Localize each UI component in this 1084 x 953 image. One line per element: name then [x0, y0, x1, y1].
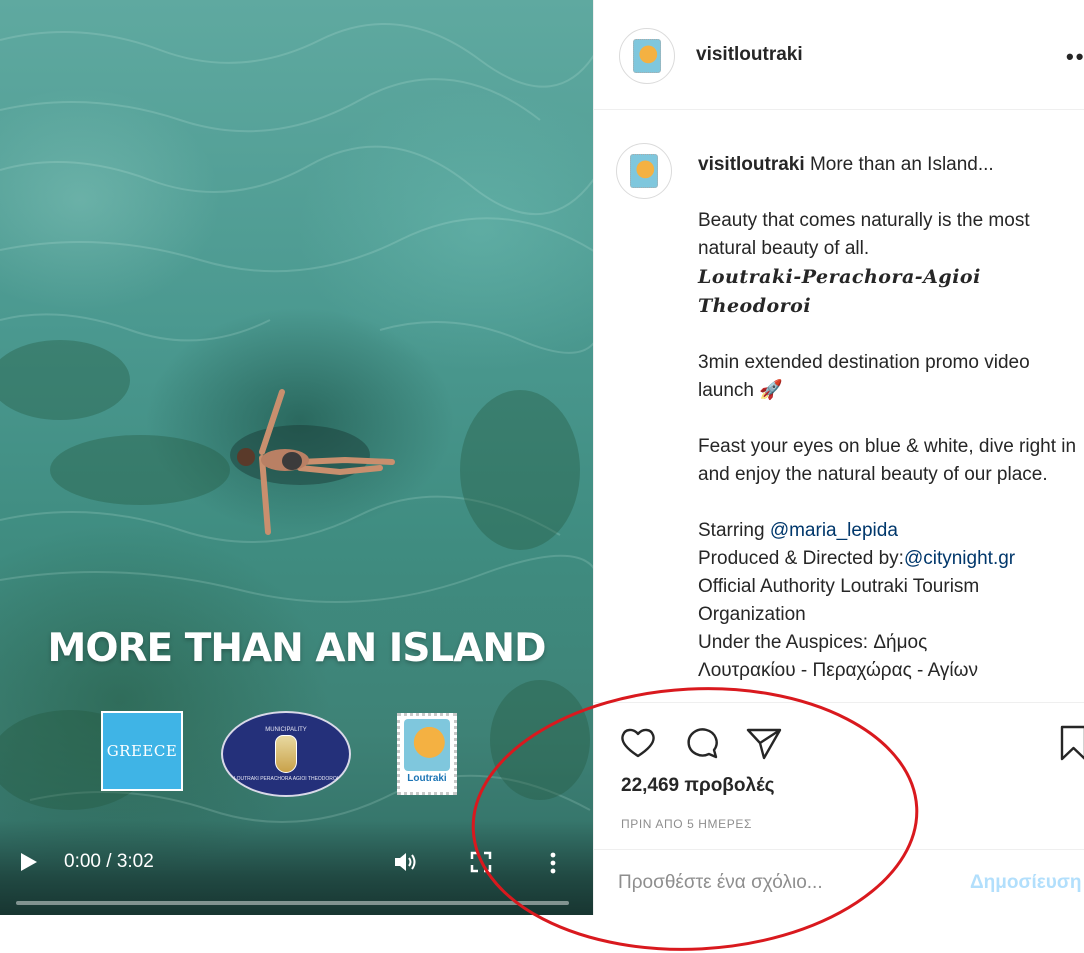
video-controls: 0:00 / 3:02	[0, 820, 593, 915]
fullscreen-icon	[470, 851, 492, 873]
caption-credit: Λουτρακίου - Περαχώρας - Αγίων	[698, 660, 978, 681]
caption-paragraph: Feast your eyes on blue & white, dive ri…	[698, 436, 1077, 485]
caption-credit: Under the Auspices: Δήμος	[698, 632, 928, 653]
header-username[interactable]: visitloutraki	[696, 44, 803, 66]
post-comment-button[interactable]: Δημοσίευση	[970, 872, 1081, 894]
video-overlay-title: MORE THAN AN ISLAND	[47, 626, 547, 671]
share-icon	[746, 728, 782, 760]
municipality-seal-top-text: MUNICIPALITY	[265, 726, 307, 733]
caption-text: visitloutraki More than an Island... Bea…	[698, 151, 1083, 685]
fullscreen-button[interactable]	[469, 850, 493, 874]
mention-link[interactable]: @maria_lepida	[770, 520, 898, 541]
municipality-seal-logo: MUNICIPALITY LOUTRAKI PERACHORA AGIOI TH…	[221, 711, 351, 797]
volume-icon	[395, 853, 416, 871]
volume-button[interactable]	[393, 850, 419, 874]
caption-paragraph: Beauty that comes naturally is the most …	[698, 210, 1030, 259]
post-options-button[interactable]: ••	[1066, 44, 1084, 70]
comment-input[interactable]	[618, 868, 958, 898]
caption-area: visitloutraki More than an Island... Bea…	[594, 111, 1084, 701]
greece-logo: GREECE	[101, 711, 183, 791]
caption-paragraph: 3min extended destination promo video la…	[698, 352, 1030, 401]
stamp-map-icon	[404, 719, 450, 771]
share-button[interactable]	[744, 723, 784, 763]
greece-logo-text: GREECE	[106, 742, 178, 760]
post-timestamp[interactable]: ΠΡΙΝ ΑΠΟ 5 ΗΜΕΡΕΣ	[621, 817, 752, 831]
comment-bar: Δημοσίευση	[594, 849, 1084, 915]
bookmark-icon	[1060, 725, 1084, 761]
caption-username[interactable]: visitloutraki	[698, 154, 805, 175]
mention-link[interactable]: @citynight.gr	[904, 548, 1015, 569]
caption-places: Loutraki-Perachora-Agioi Theodoroi	[698, 266, 981, 317]
comment-icon	[687, 728, 718, 759]
caption-avatar[interactable]	[616, 143, 672, 199]
municipality-emblem-icon	[275, 734, 297, 773]
stamp-label: Loutraki	[407, 773, 447, 784]
avatar[interactable]	[619, 28, 675, 84]
profile-logo-icon	[630, 154, 658, 188]
produced-label: Produced & Directed by:	[698, 548, 904, 569]
more-vertical-icon	[550, 852, 556, 874]
caption-first-line: More than an Island...	[809, 154, 994, 175]
loutraki-stamp-logo: Loutraki	[397, 713, 457, 795]
post-actions: 22,469 προβολές ΠΡΙΝ ΑΠΟ 5 ΗΜΕΡΕΣ	[594, 702, 1084, 849]
post-header: visitloutraki ••	[594, 0, 1084, 110]
save-button[interactable]	[1057, 723, 1084, 763]
more-options-button[interactable]	[546, 850, 560, 876]
post-sidebar: visitloutraki •• visitloutraki More than…	[593, 0, 1084, 915]
play-icon	[21, 853, 37, 871]
play-button[interactable]	[18, 850, 40, 874]
video-player[interactable]: MORE THAN AN ISLAND GREECE MUNICIPALITY …	[0, 0, 593, 915]
comment-button[interactable]	[682, 723, 722, 763]
views-count[interactable]: 22,469 προβολές	[621, 775, 775, 797]
time-display: 0:00 / 3:02	[64, 851, 154, 872]
heart-icon	[621, 728, 655, 758]
caption-credit: Official Authority Loutraki Tourism Orga…	[698, 576, 980, 625]
municipality-seal-bottom-text: LOUTRAKI PERACHORA AGIOI THEODOROI	[233, 775, 339, 782]
profile-logo-icon	[633, 39, 661, 73]
progress-bar[interactable]	[16, 901, 569, 905]
like-button[interactable]	[618, 723, 658, 763]
starring-label: Starring	[698, 520, 770, 541]
